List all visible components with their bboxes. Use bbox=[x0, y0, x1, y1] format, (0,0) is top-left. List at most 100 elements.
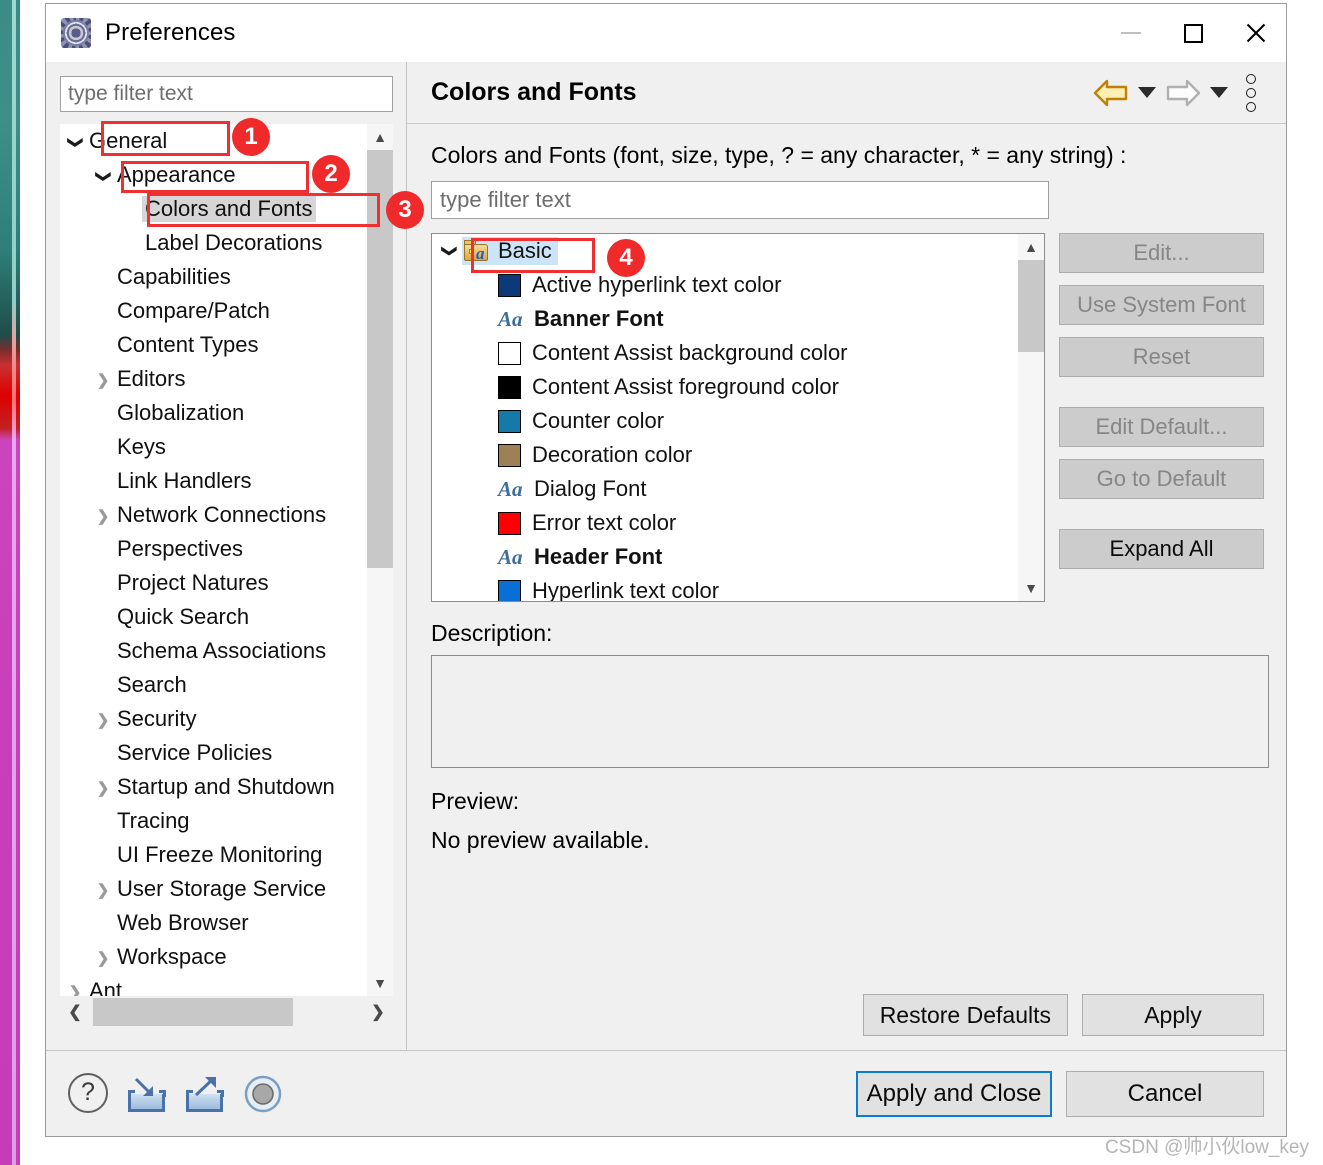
chevron-left-icon[interactable]: ❮ bbox=[60, 998, 90, 1026]
colors-fonts-item-active-hyperlink-text-color[interactable]: Active hyperlink text color bbox=[432, 268, 1012, 302]
tree-item-ant[interactable]: Ant bbox=[60, 974, 370, 996]
chevron-down-icon[interactable] bbox=[64, 133, 86, 150]
colors-fonts-vertical-scrollbar[interactable]: ▲ ▼ bbox=[1018, 234, 1044, 601]
selected-group-wrapper: a Basic bbox=[462, 237, 558, 265]
preview-text: No preview available. bbox=[431, 827, 650, 853]
chevron-right-icon[interactable] bbox=[92, 949, 114, 966]
chevron-up-icon[interactable]: ▲ bbox=[367, 124, 393, 150]
tree-item-label: General bbox=[89, 128, 168, 153]
preferences-tree-pane: General Appearance Colors and Fonts Label D… bbox=[46, 62, 406, 1050]
tree-horizontal-scrollbar[interactable]: ❮ ❯ bbox=[60, 998, 393, 1026]
chevron-right-icon[interactable] bbox=[92, 711, 114, 728]
colors-fonts-item-hyperlink-text-color[interactable]: Hyperlink text color bbox=[432, 574, 1012, 602]
tree-item-compare-patch[interactable]: Compare/Patch bbox=[60, 294, 370, 328]
record-button[interactable] bbox=[242, 1073, 284, 1115]
close-button[interactable] bbox=[1224, 4, 1286, 62]
colors-fonts-item-error-text-color[interactable]: Error text color bbox=[432, 506, 1012, 540]
tree-item-label: Content Types bbox=[117, 332, 259, 357]
vertical-dots-menu-icon[interactable] bbox=[1234, 73, 1268, 113]
tree-item-editors[interactable]: Editors bbox=[60, 362, 370, 396]
colors-fonts-item-banner-font[interactable]: Aa Banner Font bbox=[432, 302, 1012, 336]
colors-fonts-item-label: Error text color bbox=[532, 510, 677, 535]
tree-item-keys[interactable]: Keys bbox=[60, 430, 370, 464]
tree-hscroll-thumb[interactable] bbox=[93, 998, 293, 1026]
page-content: Colors and Fonts (font, size, type, ? = … bbox=[407, 124, 1286, 1050]
chevron-right-icon[interactable]: ❯ bbox=[363, 998, 393, 1026]
watermark: CSDN @帅小伙low_key bbox=[1104, 1137, 1309, 1158]
export-button[interactable] bbox=[184, 1073, 226, 1115]
chevron-down-icon[interactable]: ▼ bbox=[367, 970, 393, 996]
chevron-right-icon[interactable] bbox=[64, 983, 86, 997]
tree-item-link-handlers[interactable]: Link Handlers bbox=[60, 464, 370, 498]
colors-fonts-item-basic[interactable]: ❯ a Basic bbox=[432, 234, 1012, 268]
back-dropdown-icon[interactable] bbox=[1136, 76, 1158, 110]
font-sample-icon: Aa bbox=[498, 306, 523, 331]
colors-fonts-item-header-font[interactable]: Aa Header Font bbox=[432, 540, 1012, 574]
tree-item-label: Schema Associations bbox=[117, 638, 327, 663]
tree-item-label: Project Natures bbox=[117, 570, 269, 595]
import-button[interactable] bbox=[126, 1073, 168, 1115]
colors-fonts-item-content-assist-foreground-color[interactable]: Content Assist foreground color bbox=[432, 370, 1012, 404]
chevron-right-icon[interactable] bbox=[92, 371, 114, 388]
tree-item-workspace[interactable]: Workspace bbox=[60, 940, 370, 974]
tree-item-capabilities[interactable]: Capabilities bbox=[60, 260, 370, 294]
chevron-down-icon[interactable] bbox=[92, 167, 114, 184]
maximize-button[interactable] bbox=[1162, 4, 1224, 62]
tree-item-startup-and-shutdown[interactable]: Startup and Shutdown bbox=[60, 770, 370, 804]
tree-vertical-scrollbar[interactable]: ▲ ▼ bbox=[367, 124, 393, 996]
tree-item-user-storage-service[interactable]: User Storage Service bbox=[60, 872, 370, 906]
tree-item-tracing[interactable]: Tracing bbox=[60, 804, 370, 838]
tree-item-ui-freeze-monitoring[interactable]: UI Freeze Monitoring bbox=[60, 838, 370, 872]
apply-and-close-button[interactable]: Apply and Close bbox=[856, 1070, 1052, 1117]
dialog-title: Preferences bbox=[105, 19, 236, 46]
apply-button[interactable]: Apply bbox=[1082, 994, 1264, 1036]
cancel-button[interactable]: Cancel bbox=[1066, 1070, 1264, 1117]
tree-item-label: Compare/Patch bbox=[117, 298, 270, 323]
colors-fonts-filter-input[interactable] bbox=[431, 181, 1049, 219]
dialog-footer: ? Apply and Close Cancel bbox=[46, 1050, 1286, 1136]
tree-item-label: Security bbox=[117, 706, 197, 731]
colors-fonts-item-decoration-color[interactable]: Decoration color bbox=[432, 438, 1012, 472]
chevron-right-icon[interactable] bbox=[92, 881, 114, 898]
color-swatch bbox=[498, 443, 521, 467]
chevron-right-icon[interactable] bbox=[92, 779, 114, 796]
colors-fonts-item-dialog-font[interactable]: Aa Dialog Font bbox=[432, 472, 1012, 506]
forward-dropdown-icon[interactable] bbox=[1208, 76, 1230, 110]
colors-fonts-vscroll-thumb[interactable] bbox=[1018, 260, 1044, 352]
tree-item-general[interactable]: General bbox=[60, 124, 370, 158]
colors-fonts-item-content-assist-background-color[interactable]: Content Assist background color bbox=[432, 336, 1012, 370]
description-label: Description: bbox=[431, 620, 553, 646]
tree-item-label: Startup and Shutdown bbox=[117, 774, 335, 799]
chevron-right-icon[interactable] bbox=[92, 507, 114, 524]
tree-item-schema-associations[interactable]: Schema Associations bbox=[60, 634, 370, 668]
chevron-down-icon[interactable]: ▼ bbox=[1018, 575, 1044, 601]
tree-item-perspectives[interactable]: Perspectives bbox=[60, 532, 370, 566]
colors-fonts-item-label: Active hyperlink text color bbox=[532, 272, 782, 297]
colors-fonts-item-label: Hyperlink text color bbox=[532, 578, 720, 602]
tree-item-web-browser[interactable]: Web Browser bbox=[60, 906, 370, 940]
edit-default-button: Edit Default... bbox=[1059, 407, 1264, 447]
tree-item-search[interactable]: Search bbox=[60, 668, 370, 702]
back-arrow-icon[interactable] bbox=[1090, 76, 1132, 110]
tree-item-project-natures[interactable]: Project Natures bbox=[60, 566, 370, 600]
chevron-down-icon[interactable]: ❯ bbox=[441, 239, 459, 263]
tree-item-network-connections[interactable]: Network Connections bbox=[60, 498, 370, 532]
chevron-up-icon[interactable]: ▲ bbox=[1018, 234, 1044, 260]
colors-fonts-item-counter-color[interactable]: Counter color bbox=[432, 404, 1012, 438]
tree-item-quick-search[interactable]: Quick Search bbox=[60, 600, 370, 634]
tree-item-colors-and-fonts[interactable]: Colors and Fonts bbox=[60, 192, 370, 226]
expand-all-button[interactable]: Expand All bbox=[1059, 529, 1264, 569]
tree-item-globalization[interactable]: Globalization bbox=[60, 396, 370, 430]
tree-item-security[interactable]: Security bbox=[60, 702, 370, 736]
tree-item-label-decorations[interactable]: Label Decorations bbox=[60, 226, 370, 260]
restore-defaults-button[interactable]: Restore Defaults bbox=[862, 994, 1068, 1036]
help-button[interactable]: ? bbox=[68, 1072, 110, 1115]
forward-arrow-icon[interactable] bbox=[1162, 76, 1204, 110]
footer-icon-group: ? bbox=[68, 1072, 284, 1115]
tree-filter-input[interactable] bbox=[60, 76, 393, 112]
tree-item-content-types[interactable]: Content Types bbox=[60, 328, 370, 362]
tree-item-service-policies[interactable]: Service Policies bbox=[60, 736, 370, 770]
minimize-button[interactable] bbox=[1100, 4, 1162, 62]
edit-button: Edit... bbox=[1059, 233, 1264, 273]
tree-item-label: Tracing bbox=[117, 808, 190, 833]
